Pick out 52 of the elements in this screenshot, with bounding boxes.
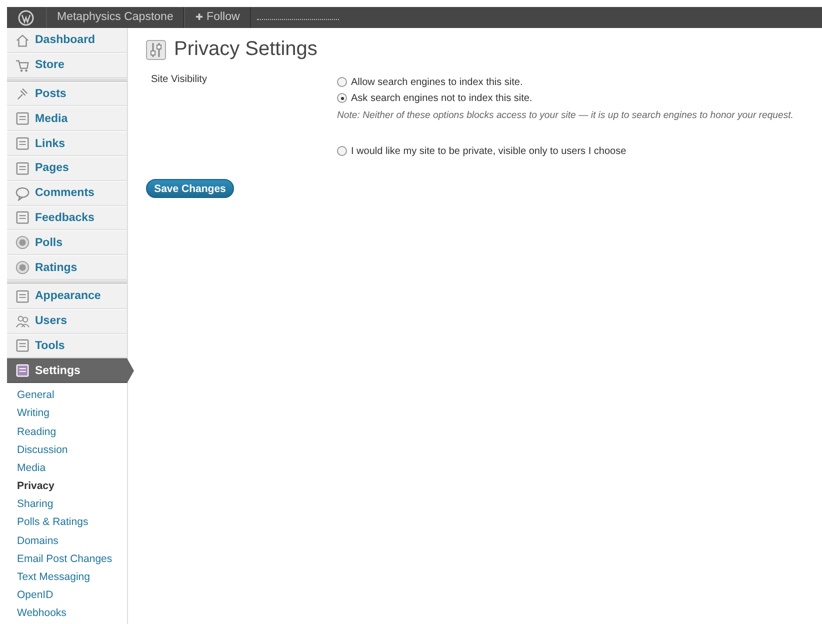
save-button[interactable]: Save Changes — [146, 179, 234, 198]
radio-button[interactable] — [337, 146, 347, 156]
pin-icon — [15, 86, 30, 102]
menu-item[interactable]: Pages — [7, 156, 127, 181]
submenu-item[interactable]: Sharing — [17, 495, 127, 514]
page-title: Privacy Settings — [174, 38, 318, 61]
radio-option[interactable]: Allow search engines to index this site. — [337, 74, 794, 90]
page-icon — [15, 338, 30, 354]
menu-item[interactable]: Links — [7, 131, 127, 156]
menu-item[interactable]: Appearance — [7, 284, 127, 309]
submenu-item[interactable]: General — [17, 386, 127, 404]
submenu-item[interactable]: Reading — [17, 422, 127, 441]
people-icon — [15, 314, 30, 329]
radio-button[interactable] — [337, 77, 347, 87]
page-icon — [15, 210, 30, 226]
circle-icon — [15, 260, 30, 276]
submenu-item[interactable]: Discussion — [17, 440, 127, 459]
submenu-item[interactable]: Domains — [17, 532, 127, 550]
submenu-item[interactable]: Privacy — [17, 477, 127, 496]
menu-item[interactable]: Feedbacks — [7, 206, 127, 230]
menu-item[interactable]: Media — [7, 106, 127, 132]
menu-item[interactable]: Polls — [7, 230, 127, 256]
submenu-item[interactable]: Polls & Ratings — [17, 513, 127, 532]
radio-option[interactable]: I would like my site to be private, visible only to users I choose — [337, 143, 794, 159]
site-name-link[interactable]: Metaphysics Capstone — [46, 7, 184, 28]
page-icon — [15, 288, 30, 304]
submenu-item[interactable]: Text Messaging — [17, 568, 127, 586]
menu-item[interactable]: Dashboard — [7, 28, 127, 53]
house-icon — [15, 32, 30, 48]
submenu-item[interactable]: Writing — [17, 404, 127, 423]
circle-icon — [15, 235, 30, 250]
follow-link[interactable]: ✚ Follow — [184, 7, 251, 28]
menu-item[interactable]: Settings — [7, 358, 134, 384]
sliders-icon — [146, 40, 166, 60]
submenu-item[interactable]: Webhooks — [17, 604, 127, 623]
page-icon — [15, 111, 30, 126]
menu-item[interactable]: Comments — [7, 180, 127, 206]
logo-icon[interactable] — [18, 10, 34, 26]
field-label: Site Visibility — [150, 74, 208, 87]
page-icon — [15, 160, 30, 176]
page-icon — [15, 136, 30, 152]
submenu-item[interactable]: Media — [17, 458, 127, 478]
menu-item[interactable]: Posts — [7, 82, 127, 106]
submenu-item[interactable]: OpenID — [17, 586, 127, 604]
submenu-item[interactable]: Email Post Changes — [17, 550, 127, 568]
note-text: Note: Neither of these options blocks access to your site — it is up to search engines to honor your request. — [337, 110, 794, 121]
radio-button[interactable] — [337, 93, 347, 103]
bubble-icon — [15, 186, 30, 201]
menu-item[interactable]: Users — [7, 308, 127, 334]
cart-icon — [15, 58, 30, 73]
page-icon — [15, 363, 30, 378]
radio-option[interactable]: Ask search engines not to index this site. — [337, 90, 794, 106]
